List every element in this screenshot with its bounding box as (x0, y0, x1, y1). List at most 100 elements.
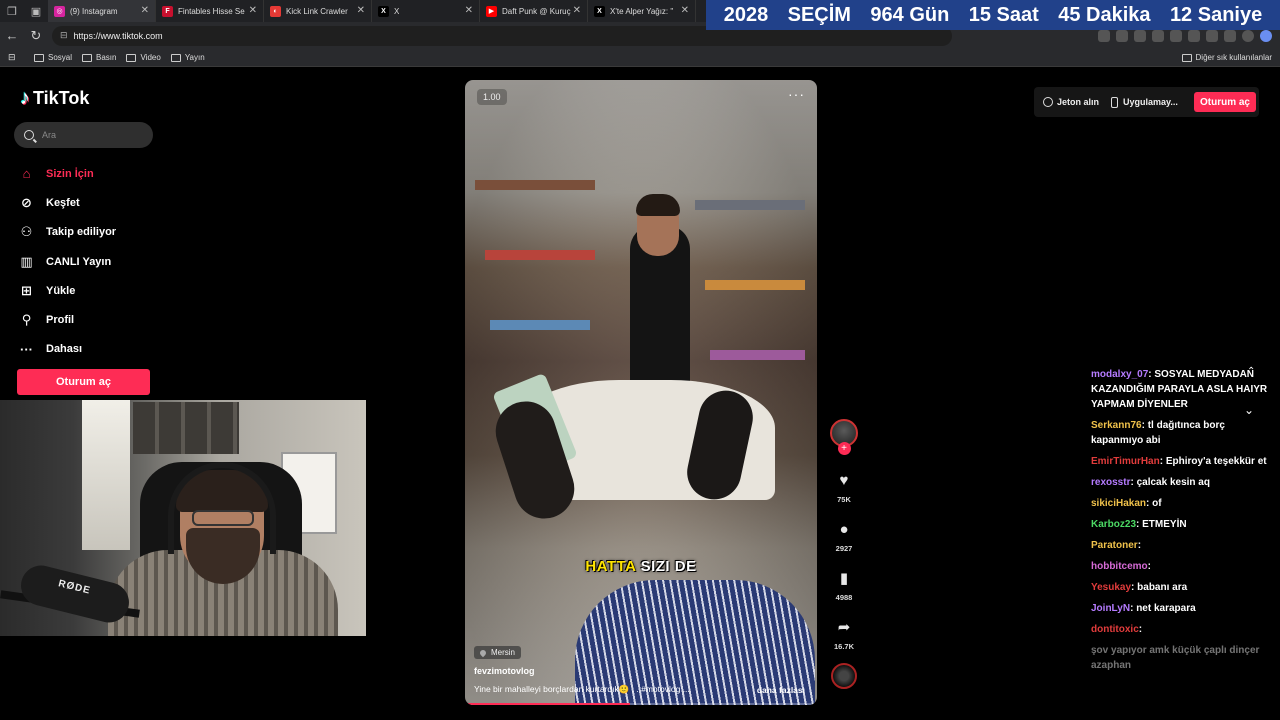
see-more-link[interactable]: daha fazlası (757, 685, 805, 695)
extension-icon[interactable] (1152, 29, 1164, 42)
extension-icon[interactable] (1134, 29, 1146, 42)
nav-profile[interactable]: ⚲ Profil (18, 305, 116, 334)
close-tab-icon[interactable]: ✕ (357, 5, 365, 16)
extension-icon[interactable] (1098, 29, 1110, 42)
url-text: https://www.tiktok.com (73, 30, 163, 41)
nav-upload[interactable]: ⊞ Yükle (18, 276, 116, 305)
tab-instagram[interactable]: ◎ (9) Instagram ✕ (48, 0, 156, 22)
extension-icon[interactable] (1170, 29, 1182, 42)
music-disc-icon[interactable] (831, 663, 857, 689)
nav-for-you[interactable]: ⌂ Sizin İçin (18, 159, 116, 188)
header-login-button[interactable]: Oturum aç (1193, 92, 1256, 112)
nav-following[interactable]: ⚇ Takip ediliyor (18, 218, 116, 247)
shelf (695, 200, 805, 210)
playback-speed[interactable]: 1.00 (477, 89, 507, 105)
sidebar-login-button[interactable]: Oturum aç (17, 369, 150, 395)
get-app-label: Uygulamay... (1123, 97, 1178, 107)
extension-icon[interactable] (1224, 29, 1236, 42)
more-icon: ··· (20, 341, 33, 357)
tiktok-logo[interactable]: ♪ TikTok (20, 87, 89, 110)
kick-crawler-icon: ◐ (270, 5, 281, 17)
instagram-icon: ◎ (54, 5, 65, 17)
extension-icon[interactable] (1116, 29, 1128, 42)
tab-title: Daft Punk @ Kuruç (502, 6, 571, 16)
chat-message: hobbitcemo: (1091, 559, 1276, 574)
countdown-year: 2028 (723, 3, 769, 26)
bookmark-label: Sosyal (48, 53, 73, 62)
search-input[interactable] (42, 130, 142, 140)
bookmark-menu-icon[interactable]: ⊟ (8, 52, 20, 63)
chat-username: modalxy_07 (1091, 369, 1149, 380)
chat-separator: : (1137, 540, 1142, 551)
other-bookmarks[interactable]: Diğer sık kullanılanlar (1181, 53, 1272, 62)
comment-icon: ● (839, 520, 849, 538)
chat-message: JoinLyN: net karapara (1091, 601, 1276, 616)
close-tab-icon[interactable]: ✕ (681, 5, 689, 16)
tab-title: X'te Alper Yağız: " (610, 6, 674, 16)
streamer-webcam: RØDE (0, 400, 366, 636)
bookmark-folder[interactable]: Yayın (170, 53, 205, 62)
extension-icon[interactable] (1188, 29, 1200, 42)
tab-x[interactable]: X X ✕ (372, 0, 480, 22)
reload-icon[interactable]: ↻ (24, 24, 48, 48)
chat-username: dontitoxic (1091, 624, 1139, 635)
shelf (475, 180, 595, 190)
close-tab-icon[interactable]: ✕ (141, 5, 149, 16)
nav-live[interactable]: ▥ CANLI Yayın (18, 247, 116, 276)
get-app-link[interactable]: Uygulamay... (1111, 96, 1178, 108)
chat-message: Paratoner: (1091, 538, 1276, 553)
location-tag[interactable]: Mersin (474, 646, 522, 659)
chat-username: hobbitcemo (1091, 561, 1148, 572)
shopkeeper-hair (636, 194, 680, 216)
close-tab-icon[interactable]: ✕ (249, 5, 257, 16)
close-tab-icon[interactable]: ✕ (573, 5, 581, 16)
more-options-icon[interactable]: ··· (788, 86, 805, 102)
bookmark-folder[interactable]: Basın (82, 53, 116, 62)
like-action[interactable]: ♥ 75K (833, 469, 855, 505)
video-progress-bar[interactable] (465, 703, 817, 705)
tab-youtube[interactable]: ▶ Daft Punk @ Kuruç ✕ (480, 0, 588, 22)
chat-text: ETMEYİN (1142, 519, 1187, 530)
tab-actions-icon[interactable]: ▣ (24, 0, 48, 22)
tab-x-post[interactable]: X X'te Alper Yağız: " ✕ (588, 0, 696, 22)
chat-separator: : (1147, 561, 1152, 572)
copilot-icon[interactable] (1260, 29, 1272, 42)
bookmark-folder[interactable]: Video (126, 53, 161, 62)
shelf (485, 250, 595, 260)
countdown-minutes: 45 Dakika (1058, 3, 1151, 26)
nav-more[interactable]: ··· Dahası (18, 335, 116, 364)
save-action[interactable]: ▮ 4988 (833, 567, 855, 602)
nav-label: Dahası (46, 343, 83, 356)
tab-title: Kick Link Crawler (286, 6, 348, 16)
chat-message: Karboz23: ETMEYİN (1091, 517, 1276, 532)
share-action[interactable]: ➦ 16.7K (833, 616, 855, 651)
nav-label: Keşfet (46, 196, 80, 209)
profile-avatar[interactable] (1242, 29, 1254, 42)
get-coins-link[interactable]: Jeton alın (1043, 97, 1099, 107)
bookmarks-bar: ⊟ Sosyal Basın Video Yayın Diğer sık kul… (0, 49, 1280, 67)
back-icon[interactable]: ← (0, 24, 24, 48)
logo-text: TikTok (33, 88, 90, 108)
video-author[interactable]: fevzimotovlog (474, 666, 535, 676)
video-player[interactable]: 1.00 ··· HATTA SIZI DE Mersin fevzimotov… (465, 80, 817, 705)
video-description: Yine bir mahalleyi borçlardan kurtardık🙂… (474, 684, 690, 694)
search-box[interactable] (14, 122, 153, 148)
follow-plus-icon[interactable]: + (837, 442, 851, 455)
workspaces-icon[interactable]: ❐ (0, 0, 24, 22)
extensions-row (1098, 29, 1280, 42)
close-tab-icon[interactable]: ✕ (465, 5, 473, 16)
fintables-icon: F (162, 5, 173, 17)
side-navigation: ⌂ Sizin İçin ⊘ Keşfet ⚇ Takip ediliyor ▥… (18, 159, 116, 364)
tiktok-page: ♪ TikTok ⌂ Sizin İçin ⊘ Keşfet ⚇ Takip e… (0, 67, 1280, 720)
tab-fintables[interactable]: F Fintables Hisse Se ✕ (156, 0, 264, 22)
comment-action[interactable]: ● 2927 (833, 518, 855, 554)
x-logo-icon: X (594, 5, 605, 17)
subtitle-yellow: HATTA (585, 558, 636, 575)
extension-icon[interactable] (1206, 29, 1218, 42)
site-info-icon[interactable]: ⊟ (60, 30, 68, 41)
live-icon: ▥ (20, 253, 33, 269)
bookmark-folder[interactable]: Sosyal (34, 53, 72, 62)
nav-explore[interactable]: ⊘ Keşfet (18, 188, 116, 217)
tab-kick-link-crawler[interactable]: ◐ Kick Link Crawler ✕ (264, 0, 372, 22)
location-pin-icon (478, 648, 488, 657)
